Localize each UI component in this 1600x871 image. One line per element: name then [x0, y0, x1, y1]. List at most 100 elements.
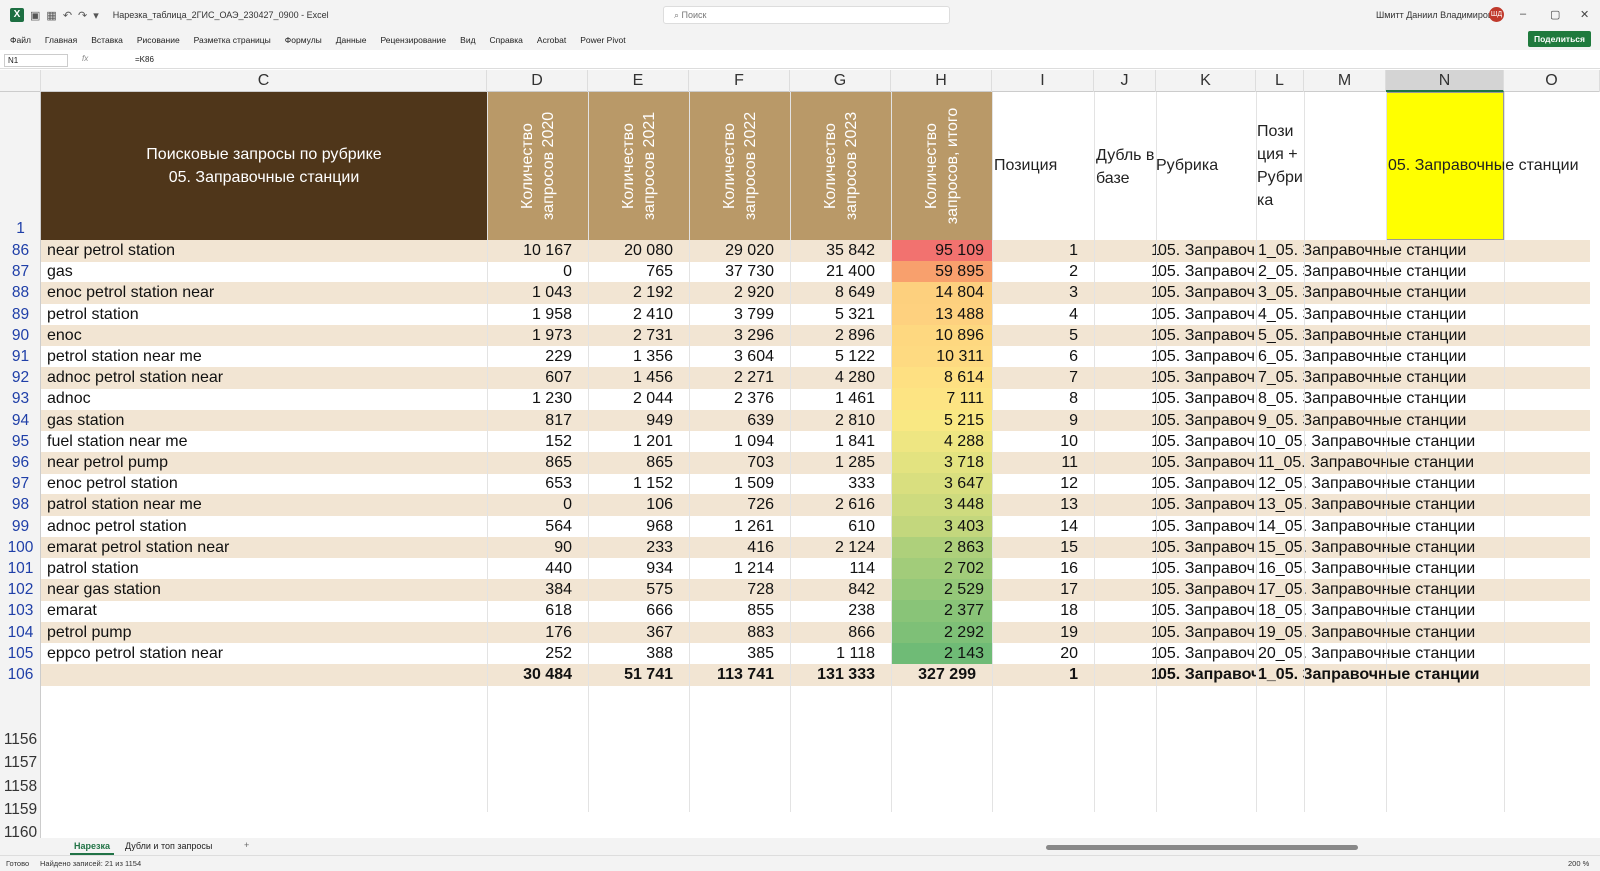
count-2022-cell[interactable]: 1 094	[689, 431, 782, 453]
total-count-cell[interactable]: 3 448	[891, 494, 992, 516]
count-2020-cell[interactable]: 865	[487, 452, 580, 474]
rubric-cell[interactable]: 05. Заправочн	[1158, 558, 1256, 580]
position-cell[interactable]: 3	[992, 282, 1086, 304]
rubric-cell[interactable]: 05. Заправочн	[1158, 600, 1256, 622]
row-header[interactable]: 94	[0, 412, 41, 430]
count-2021-cell[interactable]: 367	[588, 622, 681, 644]
column-header-h[interactable]: H	[891, 70, 992, 92]
duplicate-cell[interactable]: 1	[1094, 664, 1160, 686]
count-2022-cell[interactable]: 1 214	[689, 558, 782, 580]
position-rubric-cell[interactable]: 11_05. Заправочные станции	[1258, 452, 1518, 474]
position-cell[interactable]: 16	[992, 558, 1086, 580]
ribbon-tab[interactable]: Acrobat	[537, 35, 566, 45]
query-cell[interactable]: emarat petrol station near	[47, 537, 487, 559]
position-cell[interactable]: 11	[992, 452, 1086, 474]
count-2022-cell[interactable]: 3 604	[689, 346, 782, 368]
position-rubric-cell[interactable]: 5_05. Заправочные станции	[1258, 325, 1518, 347]
position-rubric-cell[interactable]: 7_05. Заправочные станции	[1258, 367, 1518, 389]
query-cell[interactable]: near petrol pump	[47, 452, 487, 474]
duplicate-cell[interactable]: 1	[1094, 367, 1160, 389]
position-rubric-cell[interactable]: 1_05. Заправочные станции	[1258, 664, 1518, 686]
position-cell[interactable]: 5	[992, 325, 1086, 347]
query-cell[interactable]: near petrol station	[47, 240, 487, 262]
count-2023-cell[interactable]: 238	[790, 600, 883, 622]
header-cell-f[interactable]: Количество запросов 2022	[689, 92, 790, 240]
column-header-g[interactable]: G	[790, 70, 891, 92]
count-2021-cell[interactable]: 934	[588, 558, 681, 580]
duplicate-cell[interactable]: 1	[1094, 410, 1160, 432]
total-count-cell[interactable]: 7 111	[891, 388, 992, 410]
total-count-cell[interactable]: 3 718	[891, 452, 992, 474]
total-count-cell[interactable]: 59 895	[891, 261, 992, 283]
rubric-cell[interactable]: 05. Заправочн	[1158, 622, 1256, 644]
query-cell[interactable]: eppco petrol station near	[47, 643, 487, 665]
count-2022-cell[interactable]: 728	[689, 579, 782, 601]
count-2021-cell[interactable]: 968	[588, 516, 681, 538]
user-name[interactable]: Шмитт Даниил Владимирович	[1376, 10, 1502, 20]
count-2023-cell[interactable]: 5 122	[790, 346, 883, 368]
position-cell[interactable]: 7	[992, 367, 1086, 389]
ribbon-tab[interactable]: Вставка	[91, 35, 123, 45]
duplicate-cell[interactable]: 1	[1094, 473, 1160, 495]
count-2022-cell[interactable]: 29 020	[689, 240, 782, 262]
total-count-cell[interactable]: 3 403	[891, 515, 992, 538]
rubric-cell[interactable]: 05. Заправочн	[1158, 473, 1256, 495]
query-cell[interactable]: enoc petrol station near	[47, 282, 487, 304]
ribbon-tab[interactable]: Файл	[10, 35, 31, 45]
row-header[interactable]: 98	[0, 496, 41, 514]
header-cell-d[interactable]: Количество запросов 2020	[487, 92, 588, 240]
rubric-cell[interactable]: 05. Заправочн	[1158, 452, 1256, 474]
total-count-cell[interactable]: 10 311	[891, 346, 992, 368]
count-2020-cell[interactable]: 607	[487, 367, 580, 389]
ribbon-tab[interactable]: Данные	[336, 35, 367, 45]
layout-icon[interactable]: ▦	[46, 9, 56, 22]
count-2021-cell[interactable]: 1 356	[588, 346, 681, 368]
ribbon-tab[interactable]: Рецензирование	[381, 35, 447, 45]
row-header[interactable]: 1156	[0, 731, 41, 749]
row-header[interactable]: 93	[0, 390, 41, 408]
maximize-icon[interactable]: ▢	[1550, 8, 1560, 21]
rubric-cell[interactable]: 05. Заправочн	[1158, 346, 1256, 368]
query-cell[interactable]: near gas station	[47, 579, 487, 601]
count-2022-cell[interactable]: 883	[689, 622, 782, 644]
position-rubric-cell[interactable]: 13_05. Заправочные станции	[1258, 494, 1518, 516]
position-cell[interactable]: 18	[992, 600, 1086, 622]
position-cell[interactable]: 9	[992, 410, 1086, 432]
count-2023-cell[interactable]: 8 649	[790, 282, 883, 304]
position-cell[interactable]: 6	[992, 346, 1086, 368]
rubric-cell[interactable]: 05. Заправочн	[1158, 410, 1256, 432]
count-2020-cell[interactable]: 384	[487, 579, 580, 601]
ribbon-tab[interactable]: Разметка страницы	[194, 35, 271, 45]
count-2023-cell[interactable]: 2 616	[790, 494, 883, 516]
row-header[interactable]: 1159	[0, 801, 41, 819]
total-count-cell[interactable]: 4 288	[891, 430, 992, 453]
row-header[interactable]: 87	[0, 263, 41, 281]
row-header[interactable]: 103	[0, 602, 41, 620]
fx-icon[interactable]: fx	[82, 54, 88, 63]
duplicate-cell[interactable]: 1	[1094, 579, 1160, 601]
rubric-cell[interactable]: 05. Заправочн	[1158, 304, 1256, 326]
count-2022-cell[interactable]: 855	[689, 600, 782, 622]
count-2023-cell[interactable]: 5 321	[790, 304, 883, 326]
duplicate-cell[interactable]: 1	[1094, 600, 1160, 622]
position-rubric-cell[interactable]: 18_05. Заправочные станции	[1258, 600, 1518, 622]
duplicate-cell[interactable]: 1	[1094, 558, 1160, 580]
count-2022-cell[interactable]: 113 741	[689, 664, 782, 686]
count-2020-cell[interactable]: 817	[487, 410, 580, 432]
count-2023-cell[interactable]: 21 400	[790, 261, 883, 283]
count-2023-cell[interactable]: 114	[790, 558, 883, 580]
row-header[interactable]: 104	[0, 624, 41, 642]
column-header-m[interactable]: M	[1304, 70, 1386, 92]
count-2021-cell[interactable]: 666	[588, 600, 681, 622]
count-2022-cell[interactable]: 416	[689, 537, 782, 559]
count-2021-cell[interactable]: 765	[588, 261, 681, 283]
horizontal-scrollbar[interactable]	[1046, 845, 1358, 850]
sheet-tab-narezka[interactable]: Нарезка	[70, 840, 114, 855]
position-cell[interactable]: 10	[992, 431, 1086, 453]
count-2021-cell[interactable]: 1 152	[588, 473, 681, 495]
count-2020-cell[interactable]: 1 958	[487, 304, 580, 326]
query-cell[interactable]: petrol station	[47, 304, 487, 326]
count-2022-cell[interactable]: 3 799	[689, 304, 782, 326]
column-header-c[interactable]: C	[41, 70, 487, 92]
row-header[interactable]: 88	[0, 284, 41, 302]
